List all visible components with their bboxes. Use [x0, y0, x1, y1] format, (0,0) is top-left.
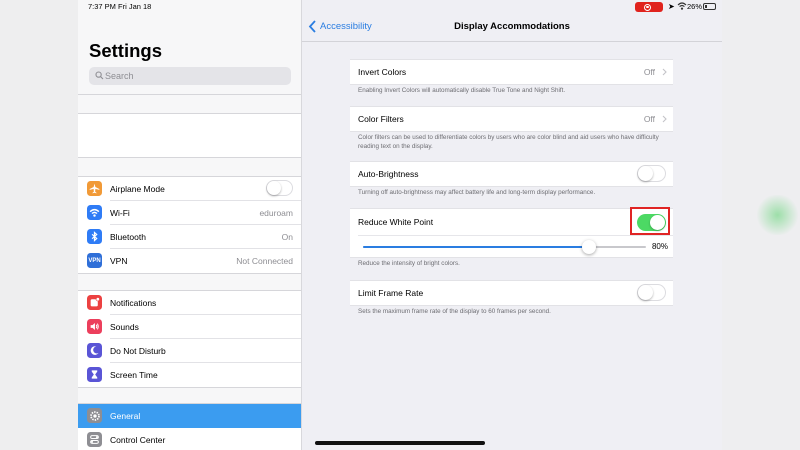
search-icon — [95, 71, 104, 80]
row-value: eduroam — [259, 208, 293, 218]
moon-icon — [87, 343, 102, 358]
row-label: Auto-Brightness — [358, 169, 419, 179]
row-label: Control Center — [110, 435, 166, 445]
row-value: Off — [643, 114, 655, 124]
reduce-white-point-card: Reduce White Point 80% — [350, 207, 673, 258]
control-center-icon — [87, 432, 102, 447]
search-input[interactable]: Search — [89, 67, 291, 85]
row-label: Invert Colors — [358, 67, 407, 77]
hourglass-icon — [87, 367, 102, 382]
settings-group-notifications: Notifications Sounds Do Not Disturb Scre… — [78, 290, 301, 388]
notifications-icon — [87, 295, 102, 310]
row-value: On — [281, 232, 293, 242]
limit-frame-rate-row: Limit Frame Rate — [350, 280, 673, 306]
slider-fill — [363, 246, 590, 248]
green-glow-decoration — [755, 195, 800, 235]
settings-row-control-center[interactable]: Control Center — [78, 428, 301, 450]
row-label: Color Filters — [358, 114, 404, 124]
battery-percent: 26% — [687, 2, 703, 11]
row-label: Limit Frame Rate — [358, 288, 424, 298]
row-value: Not Connected — [236, 256, 293, 266]
airplane-mode-toggle[interactable] — [266, 180, 293, 196]
row-label: Sounds — [110, 322, 139, 332]
status-bar: 7:37 PM Fri Jan 18 ➤ 26% — [78, 0, 722, 14]
wifi-status-icon — [677, 2, 687, 10]
location-icon: ➤ — [668, 2, 675, 11]
row-label: General — [110, 411, 141, 421]
settings-row-general[interactable]: General — [78, 404, 301, 428]
row-label: Notifications — [110, 298, 157, 308]
airplane-icon — [87, 181, 102, 196]
row-label: Bluetooth — [110, 232, 146, 242]
slider-value: 80% — [651, 242, 668, 251]
row-label: Reduce White Point — [358, 217, 434, 227]
color-filters-row[interactable]: Color Filters Off — [350, 106, 673, 132]
highlight-annotation — [630, 207, 670, 235]
invert-colors-row[interactable]: Invert Colors Off — [350, 59, 673, 85]
nav-title: Display Accommodations — [454, 21, 570, 32]
sounds-icon — [87, 319, 102, 334]
search-placeholder: Search — [105, 71, 134, 81]
auto-brightness-row: Auto-Brightness — [350, 161, 673, 187]
reduce-white-point-footnote: Reduce the intensity of bright colors. — [358, 260, 460, 267]
status-time: 7:37 PM — [88, 2, 116, 11]
settings-row-screen-time[interactable]: Screen Time — [78, 363, 301, 387]
screen-recording-indicator[interactable] — [635, 2, 663, 12]
ipad-screen: 7:37 PM Fri Jan 18 ➤ 26% Settings Search — [78, 0, 722, 450]
left-backdrop — [0, 0, 78, 450]
row-label: Do Not Disturb — [110, 346, 166, 356]
page-title: Settings — [89, 40, 162, 61]
limit-frame-rate-footnote: Sets the maximum frame rate of the displ… — [358, 308, 551, 315]
navigation-bar: Accessibility Display Accommodations — [302, 14, 722, 42]
settings-group-general: General Control Center — [78, 403, 301, 450]
row-value: Off — [643, 67, 655, 77]
settings-sidebar: Settings Search Airplane Mode Wi-Fi edur… — [78, 0, 302, 450]
row-label: VPN — [110, 256, 128, 266]
white-point-slider-thumb[interactable] — [582, 240, 597, 254]
color-filters-footnote: Color filters can be used to differentia… — [358, 134, 659, 150]
divider — [78, 94, 301, 95]
settings-row-wifi[interactable]: Wi-Fi eduroam — [78, 201, 301, 225]
invert-colors-footnote: Enabling Invert Colors will automaticall… — [358, 87, 566, 94]
settings-row-do-not-disturb[interactable]: Do Not Disturb — [78, 339, 301, 363]
battery-icon — [703, 3, 716, 10]
display-accommodations-panel: Accessibility Display Accommodations Inv… — [302, 0, 722, 450]
wifi-icon — [87, 205, 102, 220]
settings-group-connectivity: Airplane Mode Wi-Fi eduroam Bluetooth On — [78, 176, 301, 274]
gear-icon — [87, 408, 102, 423]
row-label: Airplane Mode — [110, 184, 165, 194]
home-indicator[interactable] — [315, 441, 485, 445]
white-point-slider-track[interactable] — [363, 246, 646, 248]
chevron-right-icon — [662, 115, 667, 123]
row-label: Wi-Fi — [110, 208, 130, 218]
settings-row-bluetooth[interactable]: Bluetooth On — [78, 225, 301, 249]
settings-row-vpn[interactable]: VPN VPN Not Connected — [78, 249, 301, 273]
record-icon — [644, 3, 651, 11]
settings-row-airplane-mode[interactable]: Airplane Mode — [78, 177, 301, 201]
auto-brightness-footnote: Turning off auto-brightness may affect b… — [358, 189, 596, 196]
row-label: Screen Time — [110, 370, 158, 380]
settings-row-sounds[interactable]: Sounds — [78, 315, 301, 339]
status-date: Fri Jan 18 — [118, 2, 152, 11]
bluetooth-icon — [87, 229, 102, 244]
settings-row-notifications[interactable]: Notifications — [78, 291, 301, 315]
vpn-icon: VPN — [87, 253, 102, 268]
apple-id-card-placeholder[interactable] — [78, 113, 301, 158]
auto-brightness-toggle[interactable] — [637, 165, 666, 182]
chevron-right-icon — [662, 68, 667, 76]
limit-frame-rate-toggle[interactable] — [637, 284, 666, 301]
